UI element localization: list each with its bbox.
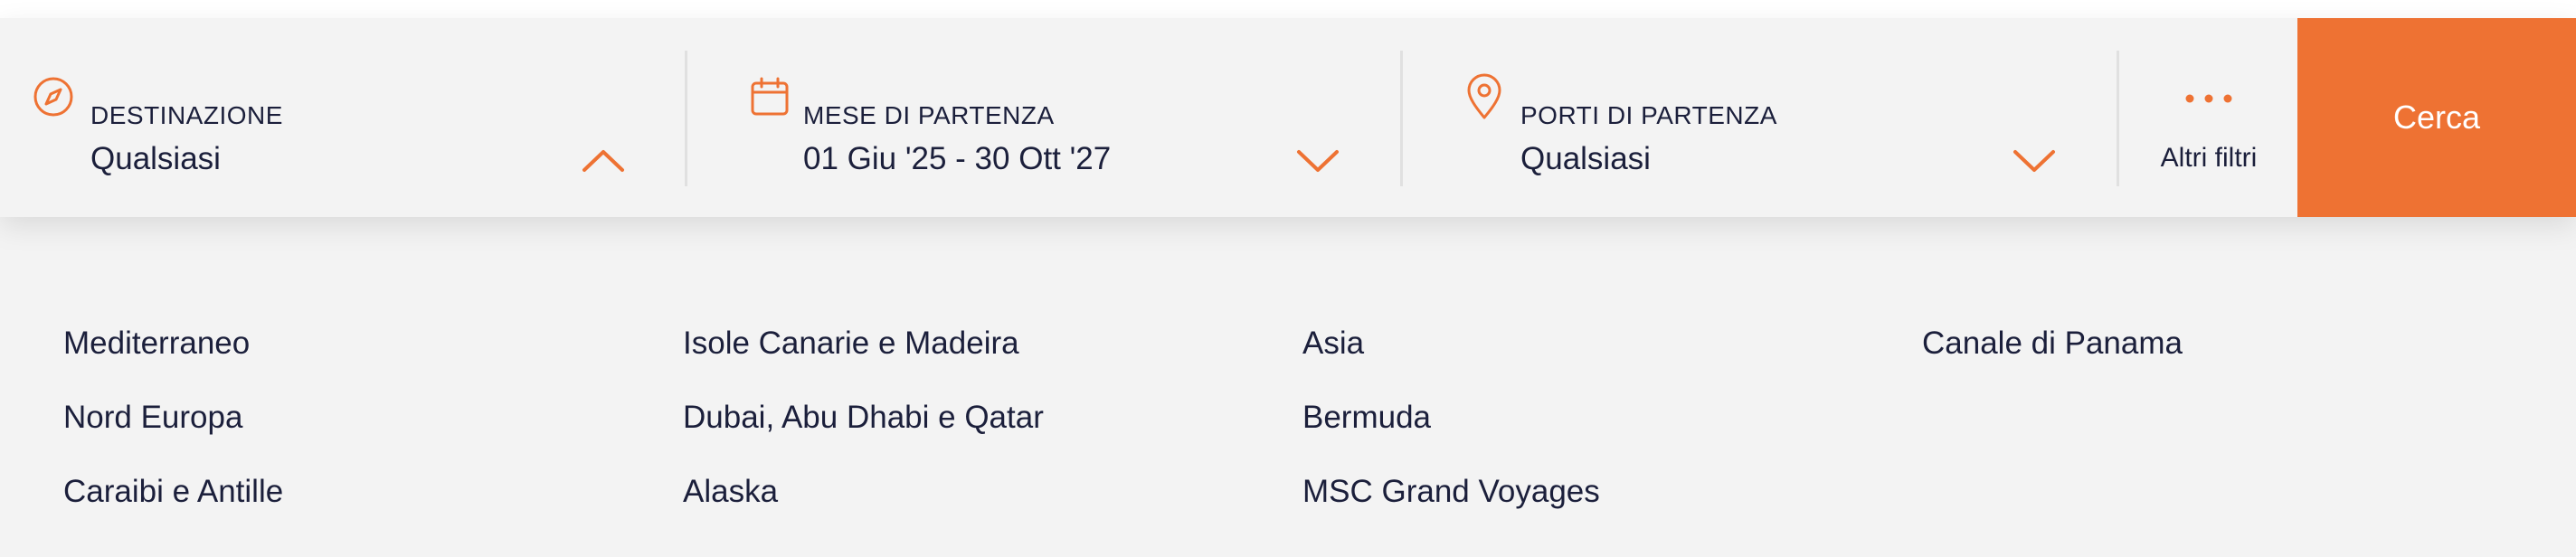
destination-field[interactable]: DESTINAZIONE Qualsiasi (0, 18, 686, 217)
destination-option[interactable]: Asia (1302, 324, 1600, 398)
search-bar: DESTINAZIONE Qualsiasi MESE DI PARTENZA … (0, 18, 2576, 217)
destination-option[interactable]: Dubai, Abu Dhabi e Qatar (683, 398, 1044, 472)
more-dots-icon (2183, 92, 2234, 109)
destination-option[interactable]: Isole Canarie e Madeira (683, 324, 1044, 398)
chevron-down-icon[interactable] (2012, 146, 2057, 178)
departure-port-label: PORTI DI PARTENZA (1520, 101, 1777, 129)
destination-option[interactable]: Nord Europa (63, 398, 283, 472)
destination-value[interactable]: Qualsiasi (90, 141, 221, 177)
more-filters-label: Altri filtri (2160, 143, 2258, 173)
destination-option[interactable]: Mediterraneo (63, 324, 283, 398)
location-pin-icon (1464, 72, 1504, 126)
destination-column: Isole Canarie e Madeira Dubai, Abu Dhabi… (683, 324, 1044, 546)
destination-option[interactable]: MSC Grand Voyages (1302, 472, 1600, 546)
calendar-icon (749, 76, 791, 122)
destination-column: Canale di Panama (1922, 324, 2183, 398)
more-filters-button[interactable]: Altri filtri (2122, 18, 2296, 217)
destination-option[interactable]: Caraibi e Antille (63, 472, 283, 546)
destination-option[interactable]: Alaska (683, 472, 1044, 546)
chevron-up-icon[interactable] (581, 146, 626, 178)
destination-dropdown: Mediterraneo Nord Europa Caraibi e Antil… (0, 217, 2576, 557)
destination-option[interactable]: Canale di Panama (1922, 324, 2183, 398)
departure-port-value[interactable]: Qualsiasi (1520, 141, 1651, 177)
departure-month-field[interactable]: MESE DI PARTENZA 01 Giu '25 - 30 Ott '27 (687, 18, 1402, 217)
field-divider (2117, 51, 2119, 186)
departure-month-value[interactable]: 01 Giu '25 - 30 Ott '27 (803, 141, 1111, 177)
destination-label: DESTINAZIONE (90, 101, 283, 129)
departure-month-label: MESE DI PARTENZA (803, 101, 1055, 129)
compass-icon (33, 76, 74, 122)
departure-port-field[interactable]: PORTI DI PARTENZA Qualsiasi (1403, 18, 2117, 217)
destination-column: Mediterraneo Nord Europa Caraibi e Antil… (63, 324, 283, 546)
destination-column: Asia Bermuda MSC Grand Voyages (1302, 324, 1600, 546)
destination-option[interactable]: Bermuda (1302, 398, 1600, 472)
chevron-down-icon[interactable] (1295, 146, 1340, 178)
search-button[interactable]: Cerca (2297, 18, 2576, 217)
